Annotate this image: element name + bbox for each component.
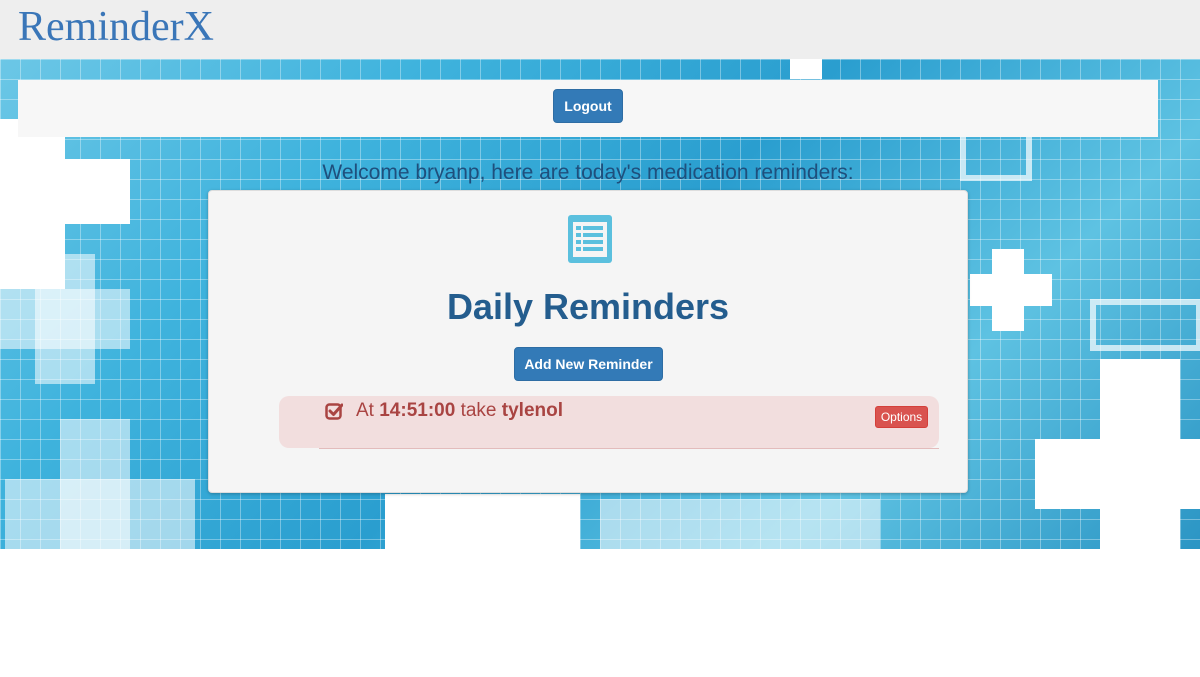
reminders-card: Daily Reminders Add New Reminder At 14:5… [208, 190, 968, 493]
bg-cross-14 [1090, 299, 1200, 351]
bg-cross-12 [60, 419, 130, 549]
add-reminder-button[interactable]: Add New Reminder [514, 347, 663, 381]
checkbox-checked-icon[interactable] [325, 402, 343, 420]
welcome-message: Welcome bryanp, here are today's medicat… [0, 161, 1176, 185]
bg-cross-4 [0, 119, 65, 289]
welcome-prefix: Welcome [322, 161, 416, 184]
reminder-time: 14:51:00 [379, 400, 456, 421]
reminder-medication: tylenol [501, 400, 564, 421]
bg-cross-15 [600, 499, 880, 549]
logout-button[interactable]: Logout [553, 89, 623, 123]
reminder-options-button[interactable]: Options [875, 406, 928, 428]
reminder-text: At 14:51:00 take tylenol [356, 400, 563, 422]
bg-cross-6 [992, 249, 1024, 331]
reminder-take-label: take [455, 400, 502, 421]
reminder-item: At 14:51:00 take tylenol Options [279, 396, 939, 449]
brand-logo[interactable]: ReminderX [18, 4, 214, 50]
navbar: Logout [18, 80, 1158, 137]
bg-cross-8 [1100, 359, 1180, 549]
bg-cross-10 [790, 59, 822, 79]
reminder-divider [319, 448, 939, 449]
bg-cross-9 [385, 494, 580, 549]
reminder-at-label: At [356, 400, 380, 421]
welcome-username: bryanp [415, 161, 480, 184]
top-header: ReminderX [0, 0, 1200, 59]
welcome-suffix: , here are today's medication reminders: [479, 161, 854, 184]
card-title: Daily Reminders [446, 286, 730, 327]
list-icon [568, 215, 612, 263]
